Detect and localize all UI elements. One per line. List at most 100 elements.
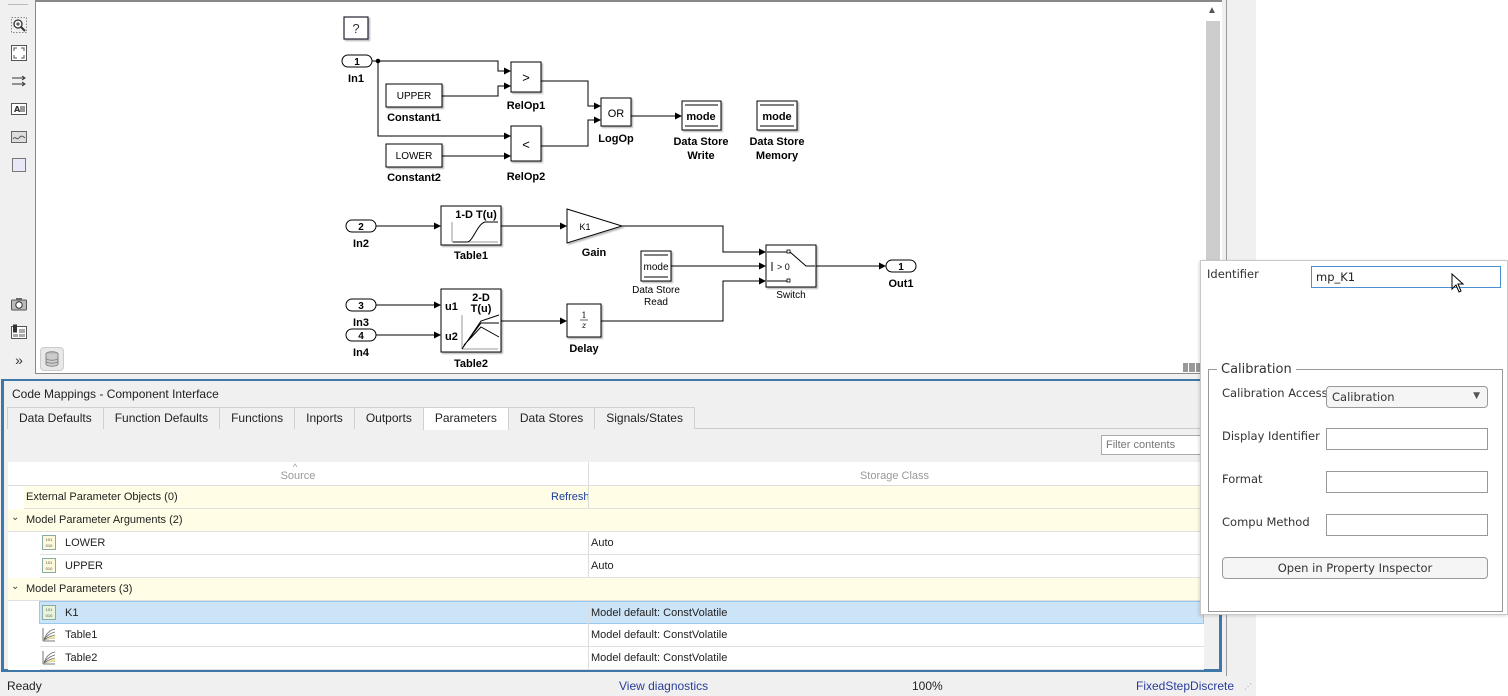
resize-grip-icon[interactable]: ⋰ xyxy=(1244,682,1252,691)
outport-out1[interactable]: 1 Out1 xyxy=(885,259,917,290)
svg-text:mode: mode xyxy=(762,111,791,123)
svg-text:In3: In3 xyxy=(353,317,369,329)
gain-block[interactable]: K1 Gain xyxy=(566,208,624,259)
group-row-model-parameter-arguments[interactable]: ⌄ Model Parameter Arguments (2) xyxy=(8,509,1204,532)
parameters-table: ^ Source Storage Class External Paramete… xyxy=(8,462,1204,670)
filter-input[interactable] xyxy=(1101,435,1205,455)
open-property-inspector-button[interactable]: Open in Property Inspector xyxy=(1222,557,1488,579)
group-row-model-parameters[interactable]: ⌄ Model Parameters (3) xyxy=(8,578,1204,601)
table1-block[interactable]: 1-D T(u) Table1 xyxy=(440,205,502,262)
route-lines-icon[interactable] xyxy=(10,72,28,90)
svg-text:LOWER: LOWER xyxy=(396,151,433,162)
svg-text:Delay: Delay xyxy=(569,343,599,355)
identifier-input[interactable] xyxy=(1311,266,1501,288)
svg-text:Write: Write xyxy=(687,150,714,162)
table2-block[interactable]: 2-D T(u) u1 u2 Table2 xyxy=(440,288,502,370)
layout-grid-icon[interactable] xyxy=(1183,363,1201,372)
svg-text:Data Store: Data Store xyxy=(673,136,728,148)
annotation-icon[interactable]: A xyxy=(10,100,28,118)
calibration-access-dropdown[interactable]: Calibration ▼ xyxy=(1326,386,1488,408)
refresh-link[interactable]: Refresh xyxy=(551,491,590,503)
table-row[interactable]: Table1 Model default: ConstVolatile xyxy=(40,624,1204,647)
scroll-up-icon[interactable]: ▲ xyxy=(1207,5,1217,16)
table-row-selected[interactable]: 101 010 K1 Model default: ConstVolatile xyxy=(39,601,1204,625)
svg-text:A: A xyxy=(14,105,21,114)
logop-block[interactable]: OR LogOp xyxy=(598,97,634,145)
svg-text:K1: K1 xyxy=(579,222,590,232)
table-header: ^ Source Storage Class xyxy=(8,462,1204,486)
status-bar: Ready View diagnostics 100% FixedStepDis… xyxy=(0,676,1256,696)
svg-text:Switch: Switch xyxy=(776,290,805,301)
data-store-memory-block[interactable]: mode Data Store Memory xyxy=(749,100,805,162)
zoom-icon[interactable] xyxy=(10,16,28,34)
camera-icon[interactable] xyxy=(10,295,28,313)
tab-inports[interactable]: Inports xyxy=(294,407,355,429)
svg-text:?: ? xyxy=(352,21,359,36)
chevron-down-icon[interactable]: ⌄ xyxy=(11,512,19,523)
svg-text:Memory: Memory xyxy=(756,150,799,162)
format-input[interactable] xyxy=(1326,471,1488,493)
lookup-table-icon xyxy=(42,651,56,665)
tab-signals-states[interactable]: Signals/States xyxy=(594,407,695,429)
scrollbar-thumb[interactable] xyxy=(1206,21,1220,266)
data-store-read-block[interactable]: mode Data Store Read xyxy=(632,250,680,308)
column-header-source[interactable]: Source xyxy=(8,470,588,482)
simulink-editor-window: A » ? 1 In1 UPPER Constant1 LOWER Consta… xyxy=(0,0,1256,696)
area-icon[interactable] xyxy=(10,156,28,174)
parameter-icon: 101010 xyxy=(42,558,56,573)
svg-text:101: 101 xyxy=(46,537,53,542)
svg-text:u2: u2 xyxy=(445,331,458,343)
image-icon[interactable] xyxy=(10,128,28,146)
svg-text:mode: mode xyxy=(643,262,668,273)
inport-in1[interactable]: 1 In1 xyxy=(341,54,373,85)
svg-text:3: 3 xyxy=(358,301,364,312)
fit-to-view-icon[interactable] xyxy=(10,44,28,62)
table-row[interactable]: 101 010 UPPER Auto xyxy=(40,555,1204,578)
help-block[interactable]: ? xyxy=(343,16,369,40)
display-identifier-input[interactable] xyxy=(1326,428,1488,450)
tab-data-stores[interactable]: Data Stores xyxy=(507,407,596,429)
identifier-label: Identifier xyxy=(1207,267,1259,281)
inport-in2[interactable]: 2 In2 xyxy=(345,219,377,250)
tab-parameters[interactable]: Parameters xyxy=(422,407,509,430)
display-identifier-label: Display Identifier xyxy=(1222,429,1320,443)
expand-icon[interactable]: » xyxy=(10,351,28,369)
model-browser-icon[interactable] xyxy=(10,323,28,341)
tab-data-defaults[interactable]: Data Defaults xyxy=(7,407,104,429)
table-row[interactable]: 101 010 LOWER Auto xyxy=(40,532,1204,555)
constant2-block[interactable]: LOWER Constant2 xyxy=(385,143,443,184)
svg-text:> 0: > 0 xyxy=(777,262,790,272)
group-row-external[interactable]: External Parameter Objects (0) Refresh xyxy=(24,486,1204,509)
toolbar-divider xyxy=(8,4,28,5)
view-diagnostics-link[interactable]: View diagnostics xyxy=(619,679,708,693)
constant1-block[interactable]: UPPER Constant1 xyxy=(385,83,443,124)
relop2-block[interactable]: < RelOp2 xyxy=(507,125,546,183)
solver-link[interactable]: FixedStepDiscrete xyxy=(1136,679,1234,693)
model-canvas[interactable]: ? 1 In1 UPPER Constant1 LOWER Constant2 xyxy=(35,0,1222,374)
svg-text:101: 101 xyxy=(46,607,53,612)
compu-method-input[interactable] xyxy=(1326,514,1488,536)
tab-function-defaults[interactable]: Function Defaults xyxy=(102,407,221,429)
relop1-block[interactable]: > RelOp1 xyxy=(507,61,546,112)
parameter-properties-popup: Identifier Calibration Calibration Acces… xyxy=(1200,260,1508,615)
svg-text:101: 101 xyxy=(46,560,53,565)
inport-in4[interactable]: 4 In4 xyxy=(345,328,377,359)
left-palette-toolbar: A » xyxy=(0,0,36,376)
delay-block[interactable]: 1 z Delay xyxy=(566,303,602,355)
chevron-down-icon[interactable]: ⌄ xyxy=(11,581,19,592)
svg-text:T(u): T(u) xyxy=(471,303,492,315)
tab-functions[interactable]: Functions xyxy=(219,407,296,429)
switch-block[interactable]: > 0 Switch xyxy=(765,244,817,301)
data-store-write-block[interactable]: mode Data Store Write xyxy=(673,100,729,162)
tab-outports[interactable]: Outports xyxy=(353,407,424,429)
svg-text:Data Store: Data Store xyxy=(749,136,804,148)
calibration-access-label: Calibration Access xyxy=(1222,386,1328,400)
inport-in3[interactable]: 3 In3 xyxy=(345,298,377,329)
database-icon[interactable] xyxy=(40,347,64,371)
parameter-icon: 101010 xyxy=(42,605,56,620)
column-header-storage-class[interactable]: Storage Class xyxy=(588,462,1200,486)
svg-text:4: 4 xyxy=(358,331,364,342)
svg-text:Table1: Table1 xyxy=(454,250,488,262)
table-row[interactable]: Table2 Model default: ConstVolatile xyxy=(40,647,1204,670)
svg-text:<: < xyxy=(522,137,530,152)
